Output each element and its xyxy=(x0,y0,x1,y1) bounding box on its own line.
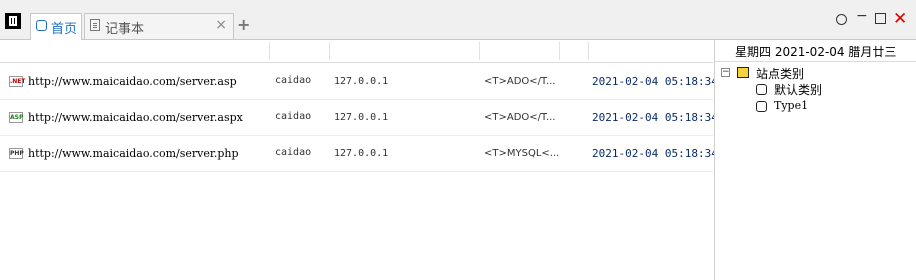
minimize-icon[interactable]: − xyxy=(856,8,868,24)
home-icon xyxy=(36,20,47,31)
add-tab-icon[interactable]: + xyxy=(237,15,250,34)
column-separator[interactable] xyxy=(588,42,589,60)
asp-file-icon: ASP xyxy=(9,112,24,123)
site-url: http://www.maicaidao.com/server.asp xyxy=(28,75,237,88)
site-user: caidao xyxy=(275,111,312,122)
folder-icon xyxy=(737,67,749,78)
date-bar: 星期四 2021-02-04 腊月廿三 xyxy=(715,40,916,62)
column-separator[interactable] xyxy=(329,42,330,60)
tab-notepad-label: 记事本 xyxy=(105,22,145,37)
tree-item-type1[interactable]: Type1 xyxy=(774,99,808,112)
site-note: <T>ADO</T... xyxy=(484,112,556,123)
category-icon xyxy=(756,84,767,95)
site-time: 2021-02-04 05:18:34 xyxy=(592,75,718,88)
maximize-icon[interactable] xyxy=(875,13,886,24)
site-row[interactable]: ASP http://www.maicaidao.com/server.aspx… xyxy=(0,100,718,136)
site-time: 2021-02-04 05:18:34 xyxy=(592,147,718,160)
site-ip: 127.0.0.1 xyxy=(334,148,389,159)
tree-item-default[interactable]: 默认类别 xyxy=(774,81,822,98)
site-row[interactable]: PHP http://www.maicaidao.com/server.php … xyxy=(0,136,718,172)
net-file-icon: .NET xyxy=(9,76,26,87)
category-icon xyxy=(756,101,767,112)
tab-home[interactable]: 首页 xyxy=(30,13,82,40)
php-file-icon: PHP xyxy=(9,148,24,159)
close-icon[interactable]: ✕ xyxy=(893,9,907,29)
app-logo-icon xyxy=(5,13,21,29)
list-header xyxy=(0,40,713,63)
column-separator[interactable] xyxy=(269,42,270,60)
tab-close-icon[interactable]: × xyxy=(215,17,227,33)
column-separator[interactable] xyxy=(559,42,560,60)
site-ip: 127.0.0.1 xyxy=(334,112,389,123)
notepad-icon xyxy=(90,19,100,31)
tab-home-label: 首页 xyxy=(51,22,78,37)
pin-icon[interactable] xyxy=(836,14,847,25)
site-note: <T>ADO</T... xyxy=(484,76,556,87)
site-url: http://www.maicaidao.com/server.aspx xyxy=(28,111,243,124)
site-time: 2021-02-04 05:18:34 xyxy=(592,111,718,124)
tab-notepad[interactable]: 记事本 × xyxy=(84,13,234,39)
tree-collapse-icon[interactable]: − xyxy=(721,68,730,77)
site-ip: 127.0.0.1 xyxy=(334,76,389,87)
column-separator[interactable] xyxy=(479,42,480,60)
site-url: http://www.maicaidao.com/server.php xyxy=(28,147,239,160)
title-bar: 首页 记事本 × + − ✕ xyxy=(0,0,916,40)
date-text: 星期四 2021-02-04 腊月廿三 xyxy=(735,45,897,59)
category-panel: 星期四 2021-02-04 腊月廿三 − 站点类别 默认类别 Type1 xyxy=(714,40,916,280)
site-note: <T>MYSQL<... xyxy=(484,148,560,159)
site-row[interactable]: .NET http://www.maicaidao.com/server.asp… xyxy=(0,64,718,100)
tree-root-label[interactable]: 站点类别 xyxy=(756,65,804,82)
site-user: caidao xyxy=(275,75,312,86)
site-user: caidao xyxy=(275,147,312,158)
